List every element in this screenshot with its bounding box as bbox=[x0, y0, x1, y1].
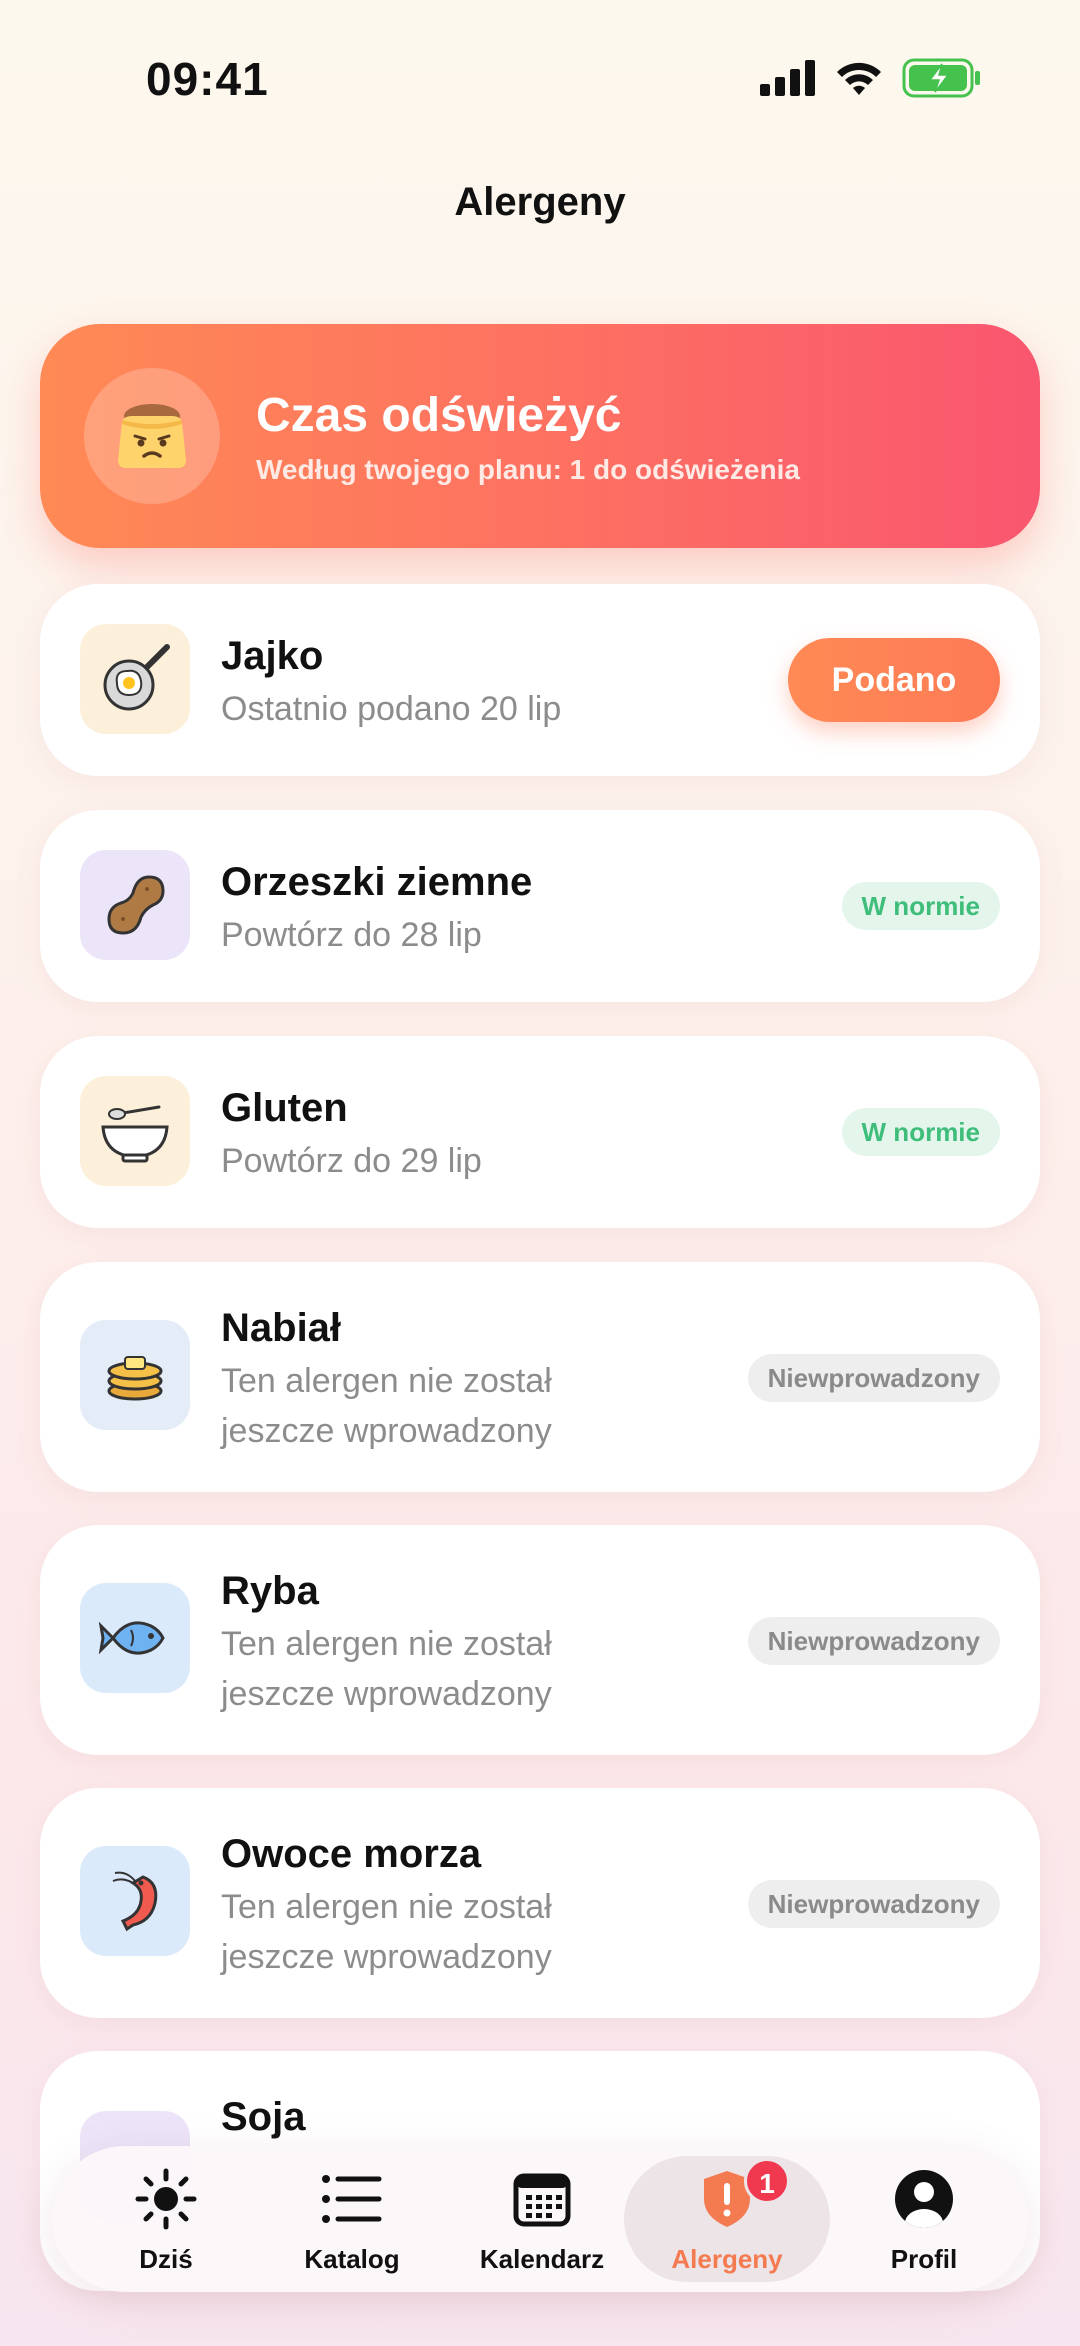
banner-title: Czas odświeżyć bbox=[256, 389, 622, 442]
page-title: Alergeny bbox=[454, 180, 626, 224]
tab-label: Dziś bbox=[139, 2244, 193, 2274]
tab-profile[interactable]: Profil bbox=[834, 2146, 1014, 2292]
tab-calendar[interactable]: Kalendarz bbox=[452, 2146, 632, 2292]
status-icons bbox=[760, 58, 982, 98]
battery-charging-icon bbox=[902, 58, 980, 98]
allergen-detail: Powtórz do 29 lip bbox=[221, 1142, 482, 1180]
tab-label: Katalog bbox=[304, 2244, 400, 2274]
fried-egg-pan-icon bbox=[80, 624, 190, 734]
allergen-name: Owoce morza bbox=[221, 1832, 482, 1876]
calendar-icon bbox=[452, 2168, 632, 2230]
allergen-name: Jajko bbox=[221, 634, 324, 678]
fish-icon bbox=[80, 1583, 190, 1693]
tab-catalog[interactable]: Katalog bbox=[262, 2146, 442, 2292]
wifi-icon bbox=[837, 62, 881, 95]
cellular-signal-icon bbox=[760, 60, 815, 96]
allergen-card-fish[interactable]: Ryba Ten alergen nie został jeszcze wpro… bbox=[40, 1525, 1040, 1755]
sun-icon bbox=[76, 2168, 256, 2230]
allergen-name: Ryba bbox=[221, 1569, 319, 1613]
allergen-name: Gluten bbox=[221, 1086, 348, 1130]
refresh-banner[interactable]: Czas odświeżyć Według twojego planu: 1 d… bbox=[40, 324, 1040, 548]
worried-pudding-icon bbox=[84, 368, 220, 504]
tab-label: Alergeny bbox=[671, 2244, 783, 2274]
shrimp-icon bbox=[80, 1846, 190, 1956]
allergen-card-egg[interactable]: Jajko Ostatnio podano 20 lip Podano bbox=[40, 584, 1040, 776]
allergen-detail: Ten alergen nie został jeszcze wprowadzo… bbox=[221, 1888, 552, 1976]
allergen-card-seafood[interactable]: Owoce morza Ten alergen nie został jeszc… bbox=[40, 1788, 1040, 2018]
tab-allergens[interactable]: 1 Alergeny bbox=[624, 2146, 830, 2292]
tab-label: Kalendarz bbox=[479, 2244, 605, 2274]
allergen-name: Nabiał bbox=[221, 1306, 342, 1350]
profile-icon bbox=[834, 2168, 1014, 2230]
status-badge: Niewprowadzony bbox=[747, 1880, 1000, 1928]
peanut-icon bbox=[80, 850, 190, 960]
status-badge: W normie bbox=[841, 882, 1000, 930]
given-button[interactable]: Podano bbox=[788, 638, 1000, 722]
allergen-detail: Powtórz do 28 lip bbox=[221, 916, 482, 954]
allergen-detail: Ostatnio podano 20 lip bbox=[221, 690, 562, 728]
status-bar: 09:41 bbox=[0, 0, 1080, 160]
tab-label: Profil bbox=[890, 2244, 958, 2274]
allergen-name: Soja bbox=[221, 2095, 306, 2139]
banner-subtitle: Według twojego planu: 1 do odświeżenia bbox=[256, 454, 800, 485]
tab-today[interactable]: Dziś bbox=[76, 2146, 256, 2292]
allergen-name: Orzeszki ziemne bbox=[221, 860, 533, 904]
allergen-card-dairy[interactable]: Nabiał Ten alergen nie został jeszcze wp… bbox=[40, 1262, 1040, 1492]
status-badge: Niewprowadzony bbox=[747, 1617, 1000, 1665]
allergen-detail: Ten alergen nie został jeszcze wprowadzo… bbox=[221, 1362, 552, 1450]
status-badge: Niewprowadzony bbox=[747, 1354, 1000, 1402]
notification-badge: 1 bbox=[744, 2158, 790, 2204]
status-time: 09:41 bbox=[146, 53, 269, 105]
tab-bar: Dziś Katalog Kalendarz 1 Alergeny Profil bbox=[52, 2146, 1028, 2292]
allergen-card-gluten[interactable]: Gluten Powtórz do 29 lip W normie bbox=[40, 1036, 1040, 1228]
bowl-spoon-icon bbox=[80, 1076, 190, 1186]
butter-pancakes-icon bbox=[80, 1320, 190, 1430]
shield-alert-icon bbox=[624, 2168, 830, 2230]
status-badge: W normie bbox=[841, 1108, 1000, 1156]
allergen-detail: Ten alergen nie został jeszcze wprowadzo… bbox=[221, 1625, 552, 1713]
list-icon bbox=[262, 2168, 442, 2230]
allergen-card-peanuts[interactable]: Orzeszki ziemne Powtórz do 28 lip W norm… bbox=[40, 810, 1040, 1002]
